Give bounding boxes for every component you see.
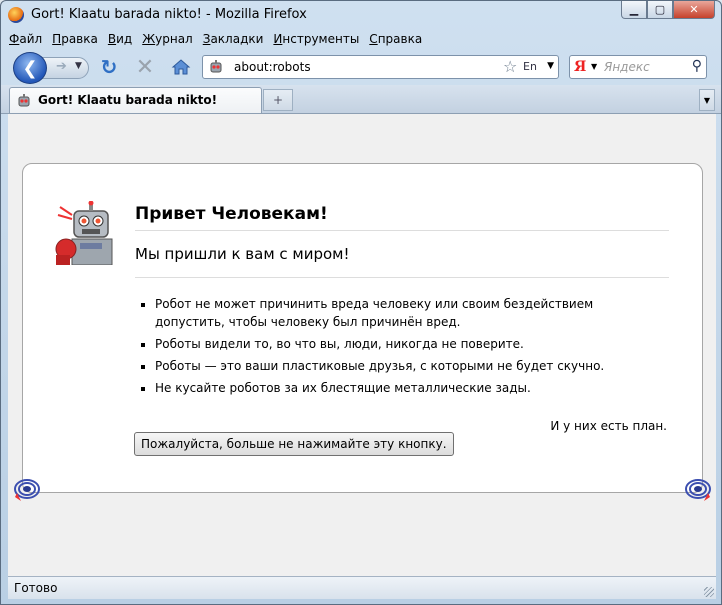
robot-favicon-icon	[210, 60, 222, 73]
tab-list-button[interactable]: ▼	[699, 89, 715, 111]
tab-strip: Gort! Klaatu barada nikto! + ▼	[1, 85, 721, 114]
stop-icon[interactable]: ✕	[133, 55, 157, 80]
robots-card: Привет Человекам! Мы пришли к вам с миро…	[22, 163, 703, 493]
minimize-button[interactable]: ▁	[621, 1, 647, 19]
resize-grip-icon[interactable]	[704, 587, 714, 597]
chevron-down-icon: ▼	[703, 95, 711, 105]
window-title: Gort! Klaatu barada nikto! - Mozilla Fir…	[31, 7, 307, 22]
menu-view[interactable]: Вид	[108, 29, 132, 49]
navigation-toolbar: ➔ ▼ ❮ ↻ ✕ about:robots ☆ En ▼ Я ▼ Яндекс…	[1, 49, 721, 85]
menu-file[interactable]: Файл	[9, 29, 42, 49]
list-item: Не кусайте роботов за их блестящие метал…	[155, 379, 625, 397]
list-item: Роботы видели то, во что вы, люди, никог…	[155, 335, 625, 353]
status-text: Готово	[14, 581, 58, 595]
reload-icon[interactable]: ↻	[97, 55, 121, 79]
robot-favicon-icon	[18, 94, 30, 107]
back-button[interactable]: ❮	[13, 52, 47, 84]
robot-illustration	[54, 201, 116, 265]
speaker-icon	[14, 479, 40, 501]
url-dropdown-icon[interactable]: ▼	[547, 61, 554, 71]
url-text[interactable]: about:robots	[234, 60, 311, 74]
speaker-icon	[685, 479, 711, 501]
forward-button[interactable]: ➔ ▼	[41, 57, 89, 79]
menu-bar: Файл Правка Вид Журнал Закладки Инструме…	[1, 29, 721, 49]
window-controls: ▁ ▢ ✕	[621, 1, 715, 19]
title-bar: Gort! Klaatu barada nikto! - Mozilla Fir…	[1, 1, 721, 29]
tab-title: Gort! Klaatu barada nikto!	[38, 93, 218, 107]
list-item: Робот не может причинить вреда человеку …	[155, 295, 625, 331]
back-arrow-icon: ❮	[22, 57, 38, 79]
browser-window: Gort! Klaatu barada nikto! - Mozilla Fir…	[0, 0, 722, 605]
dont-click-button[interactable]: Пожалуйста, больше не нажимайте эту кноп…	[134, 432, 454, 456]
close-button[interactable]: ✕	[673, 1, 715, 19]
menu-tools[interactable]: Инструменты	[273, 29, 359, 49]
maximize-button[interactable]: ▢	[647, 1, 673, 19]
greeting-text: Мы пришли к вам с миром!	[135, 245, 669, 278]
search-bar[interactable]: Я ▼ Яндекс ⚲	[569, 55, 707, 79]
forward-arrow-icon: ➔	[56, 59, 67, 74]
robot-laws-list: Робот не может причинить вреда человеку …	[135, 295, 625, 401]
new-tab-button[interactable]: +	[263, 89, 293, 111]
plan-text: И у них есть план.	[550, 419, 667, 433]
search-input[interactable]: Яндекс	[604, 60, 650, 74]
star-icon[interactable]: ☆	[503, 57, 517, 76]
history-dropdown-icon[interactable]: ▼	[75, 61, 82, 71]
search-engine-dropdown-icon[interactable]: ▼	[591, 62, 597, 71]
language-indicator[interactable]: En	[523, 60, 537, 73]
page-content: Привет Человекам! Мы пришли к вам с миро…	[8, 114, 716, 576]
address-bar[interactable]: about:robots ☆ En ▼	[202, 55, 559, 79]
tab-robots[interactable]: Gort! Klaatu barada nikto!	[9, 87, 262, 113]
menu-history[interactable]: Журнал	[142, 29, 193, 49]
home-icon[interactable]	[169, 55, 193, 79]
status-bar: Готово	[8, 576, 716, 599]
yandex-logo[interactable]: Я	[574, 59, 586, 75]
menu-edit[interactable]: Правка	[52, 29, 98, 49]
list-item: Роботы — это ваши пластиковые друзья, с …	[155, 357, 625, 375]
magnifier-icon[interactable]: ⚲	[692, 58, 702, 74]
menu-bookmarks[interactable]: Закладки	[203, 29, 264, 49]
page-heading: Привет Человекам!	[135, 204, 669, 231]
firefox-icon	[8, 7, 24, 23]
menu-help[interactable]: Справка	[369, 29, 422, 49]
plus-icon: +	[272, 93, 284, 107]
